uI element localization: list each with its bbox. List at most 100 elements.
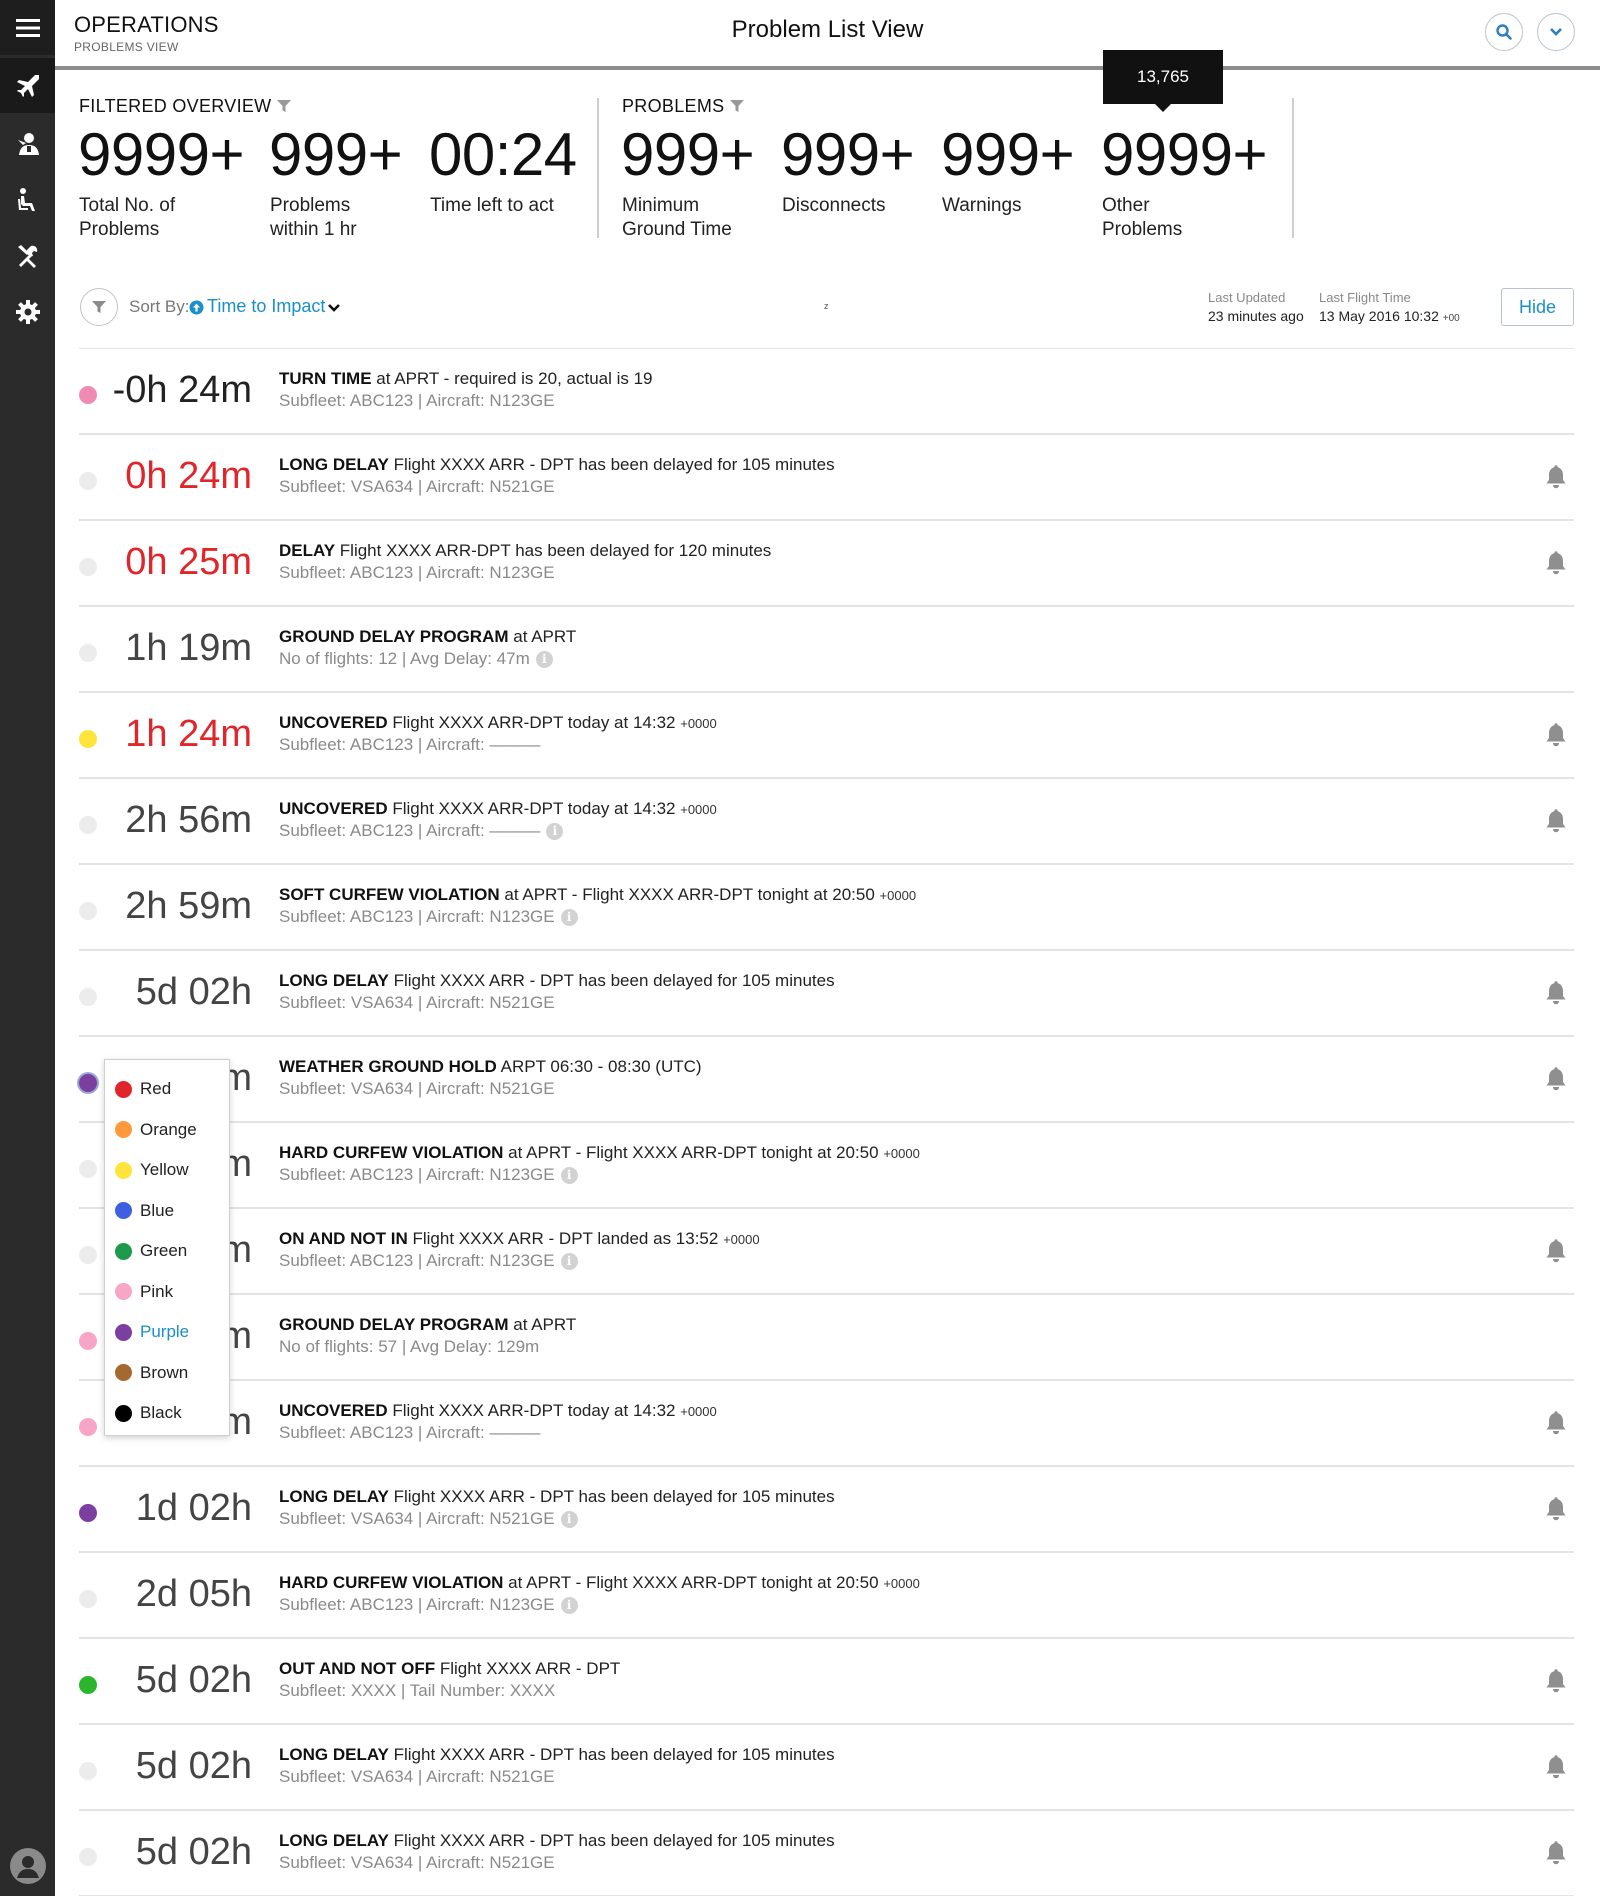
problem-title[interactable]: DELAY Flight XXXX ARR-DPT has been delay… [279,541,771,561]
color-tag-dot[interactable] [79,472,97,490]
problems-within-hr-value[interactable]: 999+ [269,120,403,189]
settings-gear-icon[interactable] [0,284,55,339]
color-tag-dot[interactable] [79,1418,97,1436]
problem-row[interactable]: 2h 59m SOFT CURFEW VIOLATION at APRT - Fl… [79,865,1574,951]
crew-icon[interactable] [0,116,55,171]
color-option-green[interactable]: Green [105,1231,229,1272]
color-tag-dot[interactable] [79,644,97,662]
min-ground-value[interactable]: 999+ [621,120,755,189]
problem-row[interactable]: 1h 24m UNCOVERED Flight XXXX ARR-DPT toda… [79,693,1574,779]
problem-row[interactable]: m HARD CURFEW VIOLATION at APRT - Flight … [79,1123,1574,1209]
filter-icon[interactable] [730,100,745,113]
bell-icon[interactable] [1545,1669,1567,1698]
color-option-yellow[interactable]: Yellow [105,1150,229,1191]
problem-title[interactable]: WEATHER GROUND HOLD ARPT 06:30 - 08:30 (… [279,1057,702,1077]
bell-icon[interactable] [1545,981,1567,1010]
problem-title[interactable]: LONG DELAY Flight XXXX ARR - DPT has bee… [279,971,835,991]
problem-title[interactable]: LONG DELAY Flight XXXX ARR - DPT has bee… [279,1487,835,1507]
passenger-seat-icon[interactable] [0,172,55,227]
color-option-blue[interactable]: Blue [105,1191,229,1232]
sort-by-dropdown[interactable]: Time to Impact [207,296,325,317]
info-icon[interactable]: i [546,822,564,840]
bell-icon[interactable] [1545,1411,1567,1440]
bell-icon[interactable] [1545,809,1567,838]
menu-icon[interactable] [0,0,55,55]
color-tag-dot[interactable] [79,1848,97,1866]
problem-row[interactable]: 5d 02h LONG DELAY Flight XXXX ARR - DPT h… [79,1811,1574,1896]
search-button[interactable] [1485,13,1523,51]
color-option-black[interactable]: Black [105,1393,229,1434]
user-avatar-icon[interactable] [0,1838,55,1893]
info-icon[interactable]: i [560,908,578,926]
filter-button[interactable] [80,288,118,326]
problem-row[interactable]: 2h 56m UNCOVERED Flight XXXX ARR-DPT toda… [79,779,1574,865]
problem-title[interactable]: LONG DELAY Flight XXXX ARR - DPT has bee… [279,1831,835,1851]
problem-title[interactable]: UNCOVERED Flight XXXX ARR-DPT today at 1… [279,713,717,733]
info-icon[interactable]: i [560,1510,578,1528]
color-tag-dot[interactable] [79,1590,97,1608]
problem-title[interactable]: UNCOVERED Flight XXXX ARR-DPT today at 1… [279,799,717,819]
color-option-purple[interactable]: Purple [105,1312,229,1353]
filter-icon[interactable] [277,100,292,113]
chevron-down-icon[interactable] [327,303,341,313]
problem-row[interactable]: 1d 02h LONG DELAY Flight XXXX ARR - DPT h… [79,1467,1574,1553]
color-tag-dot[interactable] [79,1762,97,1780]
color-tag-dot[interactable] [79,1160,97,1178]
bell-icon[interactable] [1545,1239,1567,1268]
color-option-orange[interactable]: Orange [105,1110,229,1151]
color-tag-dot[interactable] [79,902,97,920]
color-option-brown[interactable]: Brown [105,1353,229,1394]
bell-icon[interactable] [1545,1067,1567,1096]
color-tag-dot[interactable] [79,1246,97,1264]
problem-row[interactable]: -0h 24m TURN TIME at APRT - required is 2… [79,349,1574,435]
problem-row[interactable]: 0h 24m LONG DELAY Flight XXXX ARR - DPT h… [79,435,1574,521]
problem-row[interactable]: m ON AND NOT IN Flight XXXX ARR - DPT lan… [79,1209,1574,1295]
problem-row[interactable]: 0h 25m DELAY Flight XXXX ARR-DPT has been… [79,521,1574,607]
color-tag-dot[interactable] [79,1074,97,1092]
problem-row[interactable]: 1h 19m GROUND DELAY PROGRAM at APRT No of … [79,607,1574,693]
info-icon[interactable]: i [560,1252,578,1270]
total-problems-value[interactable]: 9999+ [78,120,245,189]
color-tag-dot[interactable] [79,1504,97,1522]
bell-icon[interactable] [1545,723,1567,752]
info-icon[interactable]: i [560,1596,578,1614]
bell-icon[interactable] [1545,465,1567,494]
airplane-icon[interactable] [0,58,55,113]
bell-icon[interactable] [1545,1755,1567,1784]
problem-title[interactable]: GROUND DELAY PROGRAM at APRT [279,627,576,647]
other-problems-value[interactable]: 9999+ [1101,120,1268,189]
problem-row[interactable]: m GROUND DELAY PROGRAM at APRT No of fligh… [79,1295,1574,1381]
color-tag-dot[interactable] [79,730,97,748]
maintenance-tools-icon[interactable] [0,228,55,283]
sort-direction-icon[interactable] [189,300,204,315]
problem-row[interactable]: m WEATHER GROUND HOLD ARPT 06:30 - 08:30 … [79,1037,1574,1123]
color-tag-dot[interactable] [79,1332,97,1350]
problem-row[interactable]: m UNCOVERED Flight XXXX ARR-DPT today at … [79,1381,1574,1467]
bell-icon[interactable] [1545,1497,1567,1526]
problem-title[interactable]: SOFT CURFEW VIOLATION at APRT - Flight X… [279,885,916,905]
bell-icon[interactable] [1545,551,1567,580]
color-tag-dot[interactable] [79,988,97,1006]
expand-button[interactable] [1537,13,1575,51]
warnings-value[interactable]: 999+ [941,120,1075,189]
problem-title[interactable]: OUT AND NOT OFF Flight XXXX ARR - DPT [279,1659,620,1679]
problem-title[interactable]: HARD CURFEW VIOLATION at APRT - Flight X… [279,1143,920,1163]
color-option-red[interactable]: Red [105,1069,229,1110]
color-tag-dot[interactable] [79,816,97,834]
problem-row[interactable]: 5d 02h LONG DELAY Flight XXXX ARR - DPT h… [79,1725,1574,1811]
problem-title[interactable]: TURN TIME at APRT - required is 20, actu… [279,369,653,389]
color-tag-dot[interactable] [79,558,97,576]
problem-title[interactable]: HARD CURFEW VIOLATION at APRT - Flight X… [279,1573,920,1593]
info-icon[interactable]: i [535,650,553,668]
problem-row[interactable]: 5d 02h LONG DELAY Flight XXXX ARR - DPT h… [79,951,1574,1037]
color-option-pink[interactable]: Pink [105,1272,229,1313]
problem-title[interactable]: ON AND NOT IN Flight XXXX ARR - DPT land… [279,1229,760,1249]
problem-title[interactable]: GROUND DELAY PROGRAM at APRT [279,1315,576,1335]
hide-button[interactable]: Hide [1501,288,1574,326]
bell-icon[interactable] [1545,1841,1567,1870]
info-icon[interactable]: i [560,1166,578,1184]
problem-title[interactable]: LONG DELAY Flight XXXX ARR - DPT has bee… [279,455,835,475]
color-tag-dot[interactable] [79,386,97,404]
color-tag-dot[interactable] [79,1676,97,1694]
problem-row[interactable]: 5d 02h OUT AND NOT OFF Flight XXXX ARR - … [79,1639,1574,1725]
